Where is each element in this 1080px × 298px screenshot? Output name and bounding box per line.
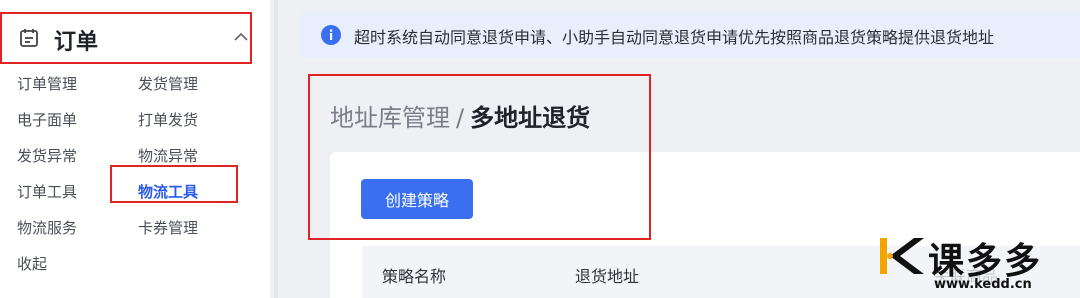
annotation-box-header [308,74,651,240]
sidebar-item-order-tools[interactable]: 订单工具 [17,181,77,202]
column-header-return-address: 退货地址 [575,267,640,286]
sidebar-item-print-ship[interactable]: 打单发货 [138,109,198,130]
sidebar-item-logistics-service[interactable]: 物流服务 [17,217,77,238]
watermark-url: www.kedd.cn [934,277,1032,292]
sidebar-item-logistics-exception[interactable]: 物流异常 [138,145,198,166]
notice-text: 超时系统自动同意退货申请、小助手自动同意退货申请优先按照商品退货策略提供退货地址 [354,28,995,47]
sidebar: 订单 订单管理 发货管理 电子面单 打单发货 发货异常 物流异常 订单工具 物流… [0,0,270,298]
annotation-box-active-item [110,165,238,203]
column-header-strategy-name: 策略名称 [382,267,447,286]
notice-banner: 超时系统自动同意退货申请、小助手自动同意退货申请优先按照商品退货策略提供退货地址 [300,12,1080,58]
section-title: 订单 [54,30,99,55]
sidebar-collapse-link[interactable]: 收起 [17,253,47,274]
sidebar-item-shipping-management[interactable]: 发货管理 [138,73,198,94]
chevron-up-icon[interactable] [232,28,250,46]
kedd-logo-icon [880,238,924,274]
sidebar-item-coupon-management[interactable]: 卡券管理 [138,217,198,238]
sidebar-item-shipping-exception[interactable]: 发货异常 [17,145,77,166]
sidebar-item-e-waybill[interactable]: 电子面单 [17,109,77,130]
order-section-header[interactable]: 订单 [0,12,252,64]
info-icon [321,25,341,45]
sidebar-item-order-management[interactable]: 订单管理 [17,73,77,94]
calendar-icon [20,29,38,47]
sidebar-scrollbar[interactable] [274,0,278,298]
